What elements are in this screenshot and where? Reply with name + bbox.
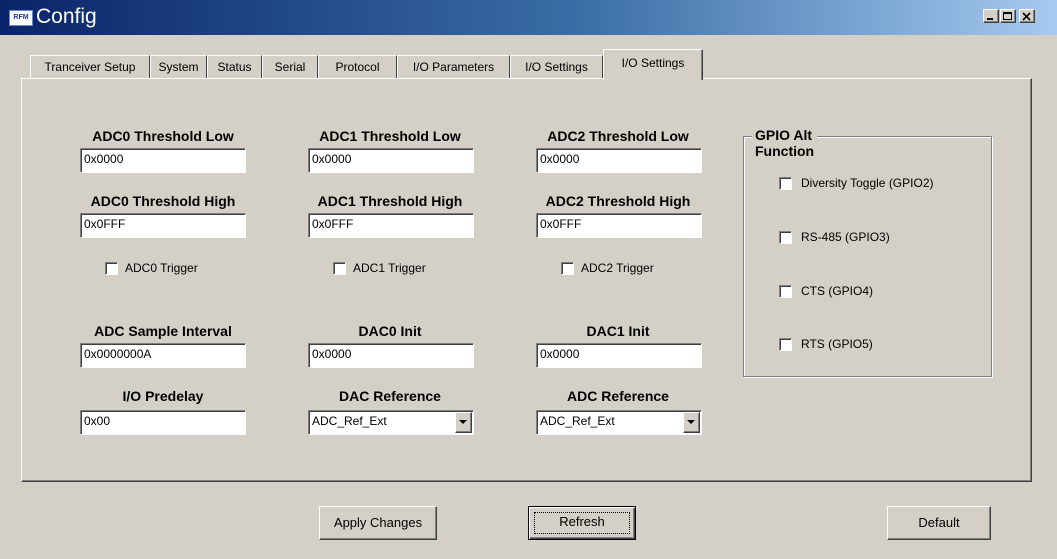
window-title: Config [36,5,97,28]
io-predelay-input[interactable]: 0x00 [80,410,246,435]
apply-changes-button[interactable]: Apply Changes [319,506,437,540]
tab-io-parameters[interactable]: I/O Parameters [397,55,510,79]
adc2-low-label: ADC2 Threshold Low [547,128,689,144]
io-predelay-label: I/O Predelay [122,388,204,404]
focus-rect [534,512,630,534]
gpio5-checkbox[interactable] [779,338,792,351]
adc-reference-label: ADC Reference [567,388,669,404]
adc2-high-label: ADC2 Threshold High [545,193,691,209]
adc2-trigger-checkbox[interactable] [561,262,574,275]
tab-io-settings-active[interactable]: I/O Settings [603,49,703,80]
sample-interval-label: ADC Sample Interval [94,323,232,339]
dac-reference-value: ADC_Ref_Ext [308,410,474,435]
tab-tranceiver-setup[interactable]: Tranceiver Setup [30,55,150,79]
maximize-button[interactable] [1000,9,1016,23]
adc0-trigger-checkbox[interactable] [105,262,118,275]
gpio2-checkbox[interactable] [779,177,792,190]
gpio5-label: RTS (GPIO5) [801,337,873,351]
gpio3-label: RS-485 (GPIO3) [801,230,890,244]
adc0-trigger-label: ADC0 Trigger [125,261,198,275]
default-button[interactable]: Default [887,506,991,540]
app-icon: RFM [9,10,33,26]
sample-interval-input[interactable]: 0x0000000A [80,343,246,368]
adc1-high-label: ADC1 Threshold High [317,193,463,209]
dac0-init-input[interactable]: 0x0000 [308,343,474,368]
adc0-low-label: ADC0 Threshold Low [92,128,234,144]
adc2-trigger-label: ADC2 Trigger [581,261,654,275]
adc1-trigger-checkbox[interactable] [333,262,346,275]
gpio2-label: Diversity Toggle (GPIO2) [801,176,934,190]
dac0-init-label: DAC0 Init [358,323,422,339]
minimize-icon [987,18,993,20]
adc-reference-value: ADC_Ref_Ext [536,410,702,435]
close-icon [1022,12,1031,21]
adc2-high-input[interactable]: 0x0FFF [536,213,702,238]
gpio4-label: CTS (GPIO4) [801,284,874,298]
adc0-low-input[interactable]: 0x0000 [80,148,246,173]
dac1-init-label: DAC1 Init [586,323,650,339]
gpio-group-title: GPIO Alt Function [752,127,818,159]
adc0-high-label: ADC0 Threshold High [90,193,236,209]
tab-serial[interactable]: Serial [262,55,318,79]
dac-reference-dropdown-button[interactable] [455,412,472,433]
adc1-high-input[interactable]: 0x0FFF [308,213,474,238]
maximize-icon [1003,12,1012,20]
minimize-button[interactable] [983,9,999,23]
refresh-button[interactable]: Refresh [528,506,636,540]
chevron-down-icon [687,420,695,424]
tab-status[interactable]: Status [207,55,262,79]
adc1-low-label: ADC1 Threshold Low [319,128,461,144]
chevron-down-icon [459,420,467,424]
tab-io-settings[interactable]: I/O Settings [510,55,603,79]
close-button[interactable] [1019,9,1035,23]
adc1-low-input[interactable]: 0x0000 [308,148,474,173]
dac-reference-label: DAC Reference [339,388,441,404]
gpio3-checkbox[interactable] [779,231,792,244]
title-bar: RFM Config [0,0,1057,35]
tab-protocol[interactable]: Protocol [318,55,397,79]
tab-system[interactable]: System [150,55,207,79]
gpio4-checkbox[interactable] [779,285,792,298]
adc-reference-dropdown-button[interactable] [683,412,700,433]
adc1-trigger-label: ADC1 Trigger [353,261,426,275]
dac1-init-input[interactable]: 0x0000 [536,343,702,368]
dac-reference-select[interactable]: ADC_Ref_Ext [308,410,474,435]
adc-reference-select[interactable]: ADC_Ref_Ext [536,410,702,435]
adc2-low-input[interactable]: 0x0000 [536,148,702,173]
adc0-high-input[interactable]: 0x0FFF [80,213,246,238]
